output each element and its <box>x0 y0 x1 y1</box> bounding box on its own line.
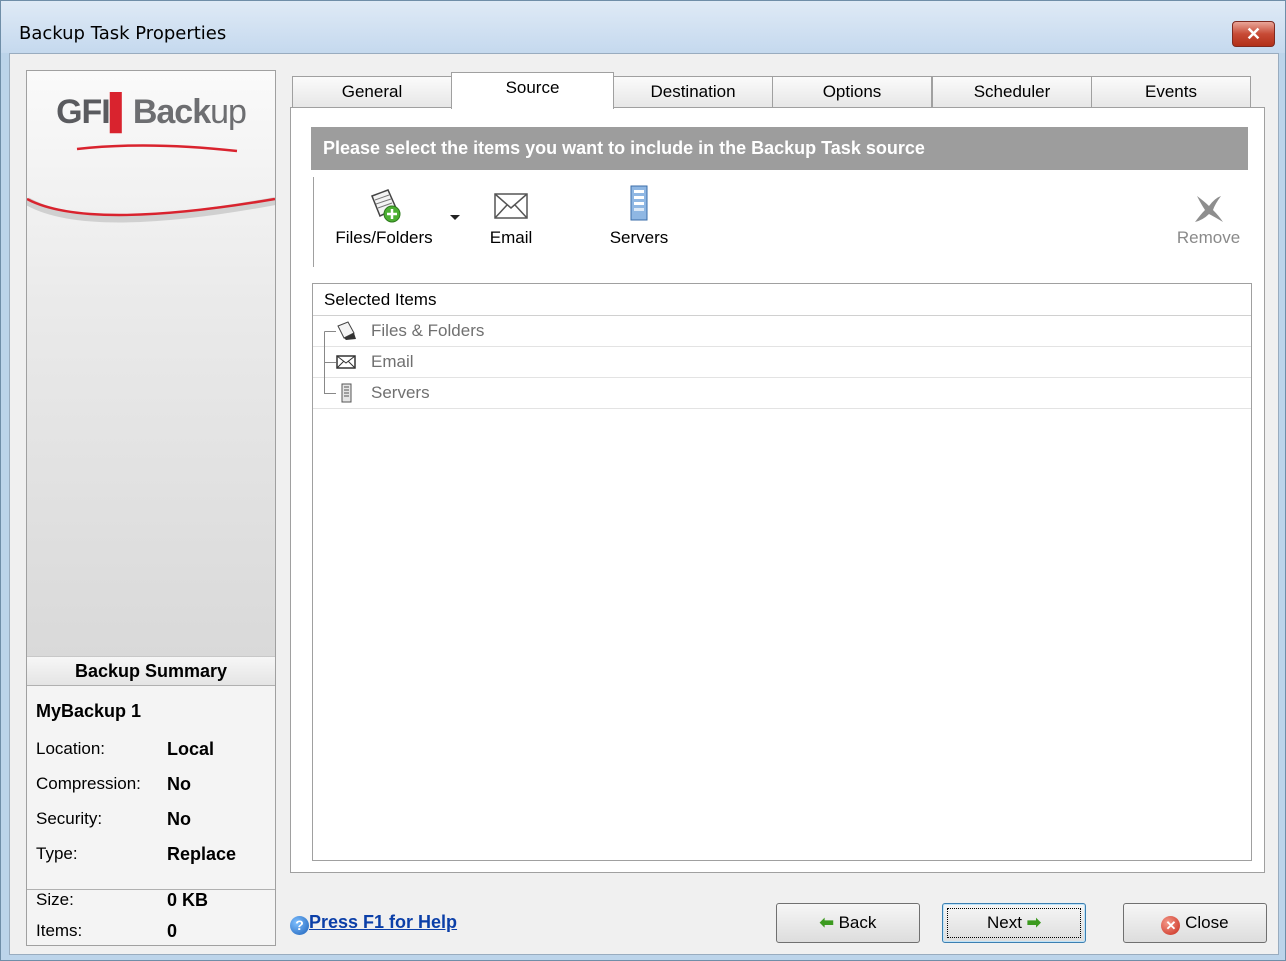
tab-source[interactable]: Source <box>451 72 614 109</box>
title-bar: Backup Task Properties ✕ <box>1 1 1285 53</box>
email-button[interactable]: Email <box>481 182 541 248</box>
tab-events[interactable]: Events <box>1091 76 1251 108</box>
tab-general[interactable]: General <box>292 76 452 108</box>
source-instruction-banner: Please select the items you want to incl… <box>311 127 1248 170</box>
envelope-icon <box>336 355 356 369</box>
remove-button[interactable]: Remove <box>1171 182 1246 248</box>
close-button[interactable]: ✕ Close <box>1123 903 1267 943</box>
envelope-icon <box>481 182 541 228</box>
tab-destination[interactable]: Destination <box>613 76 773 108</box>
server-icon <box>341 383 352 403</box>
servers-button[interactable]: Servers <box>599 182 679 248</box>
list-item-email[interactable]: Email <box>313 347 1251 378</box>
logo-area: GFI▌Backup <box>27 71 275 656</box>
files-folders-button[interactable]: Files/Folders <box>319 182 449 248</box>
help-link[interactable]: ? Press F1 for Help <box>290 912 457 935</box>
help-link-text[interactable]: Press F1 for Help <box>309 912 457 932</box>
selected-items-list[interactable]: Selected Items Files & Folders Email Ser… <box>312 283 1252 861</box>
files-folders-add-icon <box>319 182 449 228</box>
back-arrow-icon: ⬅ <box>819 913 834 932</box>
logo-swoosh <box>27 144 275 223</box>
dialog-client-area: GFI▌Backup Backup Summary MyBackup 1 Loc… <box>9 53 1279 955</box>
source-tab-panel: Please select the items you want to incl… <box>290 107 1265 873</box>
help-icon: ? <box>290 916 309 935</box>
tab-scheduler[interactable]: Scheduler <box>932 76 1092 108</box>
close-circle-icon: ✕ <box>1161 916 1181 935</box>
list-item-servers[interactable]: Servers <box>313 378 1251 409</box>
selected-items-header: Selected Items <box>313 284 1251 316</box>
server-icon <box>599 182 679 228</box>
backup-summary-heading: Backup Summary <box>27 656 275 686</box>
close-icon: ✕ <box>1245 24 1262 44</box>
list-item-files-folders[interactable]: Files & Folders <box>313 316 1251 347</box>
dialog-window: Backup Task Properties ✕ GFI▌Backup Back… <box>0 0 1286 961</box>
back-button[interactable]: ⬅ Back <box>776 903 920 943</box>
toolbar-divider <box>313 177 314 267</box>
files-folders-dropdown-arrow[interactable] <box>450 215 460 220</box>
next-button[interactable]: Next ➡ <box>942 903 1086 943</box>
tab-options[interactable]: Options <box>772 76 932 108</box>
window-close-button[interactable]: ✕ <box>1232 21 1275 47</box>
focus-rect <box>947 908 1081 938</box>
sidebar: GFI▌Backup Backup Summary MyBackup 1 Loc… <box>26 70 276 946</box>
window-title: Backup Task Properties <box>19 23 227 44</box>
remove-x-icon <box>1171 182 1246 228</box>
backup-summary: MyBackup 1 Location: Local Compression: … <box>27 687 275 945</box>
task-name: MyBackup 1 <box>36 701 142 721</box>
files-folders-icon <box>337 321 356 340</box>
tab-strip: General Source Destination Options Sched… <box>292 72 1251 109</box>
